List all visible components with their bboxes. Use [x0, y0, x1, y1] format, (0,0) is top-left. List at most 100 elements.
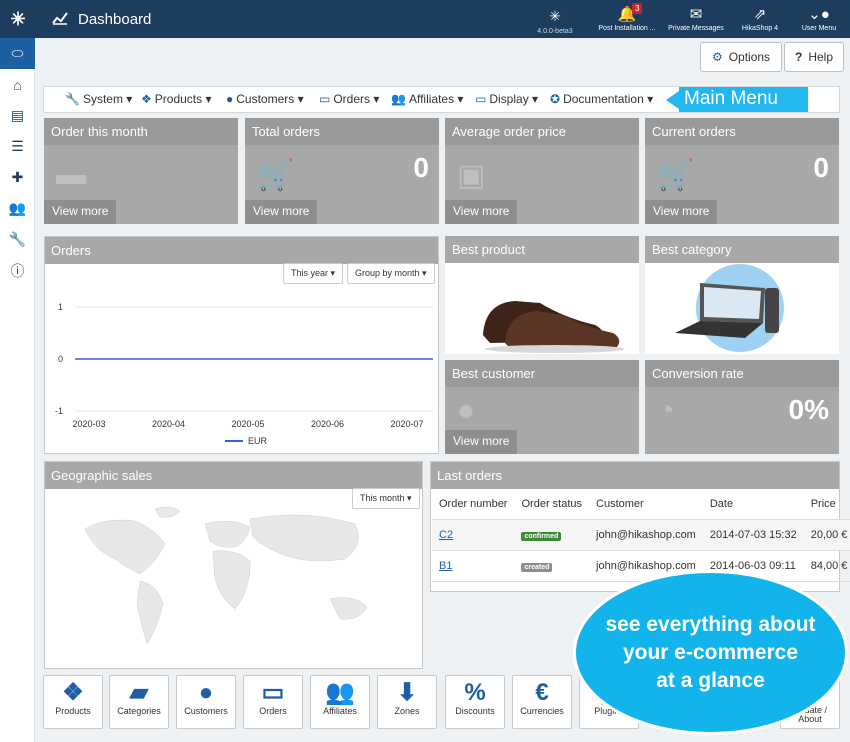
tile-current-orders: Current orders 🛒 0 View more — [645, 118, 839, 224]
main-menu-callout: Main Menu — [679, 87, 808, 112]
notification-badge: 3 — [632, 3, 643, 14]
currencies-shortcut[interactable]: € Currencies — [512, 675, 572, 729]
shortcut-label: Categories — [117, 706, 161, 716]
products-shortcut[interactable]: ❖ Products — [43, 675, 103, 729]
legend-label: EUR — [248, 436, 268, 446]
order-price: 20,00 € — [803, 519, 850, 551]
view-more-button[interactable]: View more — [44, 200, 117, 224]
menu-products-label: Products — [154, 92, 203, 106]
view-more-button[interactable]: View more — [645, 200, 718, 224]
group-select-value: Group by month — [355, 268, 420, 278]
users-icon[interactable]: 👥 — [0, 193, 35, 224]
wrench-icon: 🔧 — [65, 92, 80, 106]
tile-title: Current orders — [645, 118, 839, 145]
zones-shortcut[interactable]: ⬇ Zones — [377, 675, 437, 729]
version-label: 4.0.0-beta3 — [537, 28, 573, 35]
column-header: Customer — [589, 489, 703, 520]
user-icon: ● — [198, 679, 214, 706]
view-more-button[interactable]: View more — [445, 430, 518, 454]
period-select[interactable]: This year ▾ — [283, 263, 344, 284]
promo-callout: see everything about your e-commerce at … — [573, 570, 848, 735]
external-link-icon: ⇗ — [753, 6, 767, 23]
user-icon: ● — [226, 92, 234, 106]
credit-card-icon: ▭ — [319, 92, 331, 106]
options-button[interactable]: ⚙ Options — [700, 42, 782, 72]
order-number-link[interactable]: B1 — [439, 560, 452, 572]
column-header: Date — [702, 489, 804, 520]
view-more-button[interactable]: View more — [245, 200, 318, 224]
x-tick-label: 2020-04 — [152, 419, 185, 429]
y-tick-label: 0 — [58, 354, 63, 364]
shoes-image — [483, 301, 625, 353]
group-select[interactable]: Group by month ▾ — [347, 263, 435, 284]
version-indicator: ✳ 4.0.0-beta3 — [530, 8, 580, 35]
money-icon: ▣ — [457, 159, 486, 192]
affiliates-shortcut[interactable]: 👥 Affiliates — [310, 675, 370, 729]
discounts-shortcut[interactable]: % Discounts — [445, 675, 505, 729]
orders-panel: Orders This year ▾ Group by month ▾ 1 0 -1… — [44, 236, 439, 454]
home-icon[interactable]: ⌂ — [0, 69, 35, 100]
user-menu-button[interactable]: ⌄● User Menu — [796, 5, 842, 32]
sidebar: ⬭ ⌂ ▤ ☰ ✚ 👥 🔧 ⓘ — [0, 38, 35, 742]
puzzle-icon[interactable]: ✚ — [0, 162, 35, 193]
menu-affiliates[interactable]: 👥 Affiliates ▾ — [391, 92, 463, 106]
page-title: Dashboard — [78, 11, 152, 28]
order-number-link[interactable]: C2 — [439, 529, 453, 541]
status-badge: created — [521, 562, 553, 572]
y-tick-label: 1 — [58, 302, 63, 312]
bell-icon: 🔔 — [617, 6, 637, 23]
list-icon[interactable]: ☰ — [0, 131, 35, 162]
joomla-icon: ✳ — [549, 8, 561, 24]
credit-card-icon: ▭ — [261, 679, 285, 706]
tile-title: Best customer — [445, 360, 639, 387]
menu-documentation[interactable]: ✪ Documentation ▾ — [550, 92, 653, 106]
hikashop-button[interactable]: ⇗ HikaShop 4 — [737, 5, 783, 32]
help-button[interactable]: ? Help — [784, 42, 844, 72]
shortcut-label: Customers — [184, 706, 228, 716]
table-row[interactable]: B1 created john@hikashop.com 2014-06-03 … — [432, 550, 850, 582]
file-icon[interactable]: ▤ — [0, 100, 35, 131]
laptop-image — [675, 264, 784, 352]
order-price: 84,00 € — [803, 550, 850, 582]
tile-total-orders: Total orders 🛒 0 View more — [245, 118, 439, 224]
order-date: 2014-07-03 15:32 — [702, 519, 804, 551]
toggle-menu-icon[interactable]: ⬭ — [0, 38, 35, 69]
period-select-value: This year — [291, 268, 329, 278]
tile-order-month: Order this month ▬ View more — [44, 118, 238, 224]
shortcut-label: Currencies — [520, 706, 564, 716]
desktop-icon: ▭ — [475, 92, 487, 106]
y-tick-label: -1 — [55, 406, 63, 416]
user-icon: ● — [457, 394, 476, 427]
wrench-icon[interactable]: 🔧 — [0, 224, 35, 255]
shortcut-label: Zones — [394, 706, 420, 716]
orders-shortcut[interactable]: ▭ Orders — [243, 675, 303, 729]
geo-panel: Geographic sales This month ▾ — [44, 461, 423, 669]
menu-orders[interactable]: ▭ Orders ▾ — [319, 92, 379, 106]
menu-products[interactable]: ❖ Products ▾ — [141, 92, 211, 106]
menu-display-label: Display — [489, 92, 529, 106]
last-orders-panel: Last orders Order number Order status Cu… — [430, 461, 850, 592]
user-menu-label: User Menu — [801, 25, 837, 32]
table-header-row: Order number Order status Customer Date … — [432, 489, 850, 520]
column-header: Price — [803, 489, 850, 520]
tile-title: Best product — [445, 236, 639, 263]
menu-customers[interactable]: ● Customers ▾ — [226, 92, 304, 106]
tile-title: Average order price — [445, 118, 639, 145]
tile-title: Conversion rate — [645, 360, 839, 387]
private-messages-button[interactable]: ✉ Private Messages — [667, 5, 725, 32]
table-row[interactable]: C2 confirmed john@hikashop.com 2014-07-0… — [432, 519, 850, 551]
folder-icon: ▰ — [129, 679, 149, 706]
joomla-logo-icon[interactable]: ✳ — [0, 0, 36, 38]
info-icon[interactable]: ⓘ — [0, 255, 35, 286]
envelope-icon: ✉ — [689, 6, 703, 23]
help-label: Help — [808, 50, 834, 64]
post-installation-button[interactable]: 🔔 3 Post Installation ... — [598, 3, 656, 32]
tile-best-product: Best product — [445, 236, 639, 354]
view-more-button[interactable]: View more — [445, 200, 518, 224]
customers-shortcut[interactable]: ● Customers — [176, 675, 236, 729]
menu-customers-label: Customers — [236, 92, 295, 106]
percent-icon: % — [464, 679, 486, 706]
categories-shortcut[interactable]: ▰ Categories — [109, 675, 169, 729]
menu-display[interactable]: ▭ Display ▾ — [475, 92, 538, 106]
menu-system[interactable]: 🔧 System ▾ — [65, 92, 132, 106]
